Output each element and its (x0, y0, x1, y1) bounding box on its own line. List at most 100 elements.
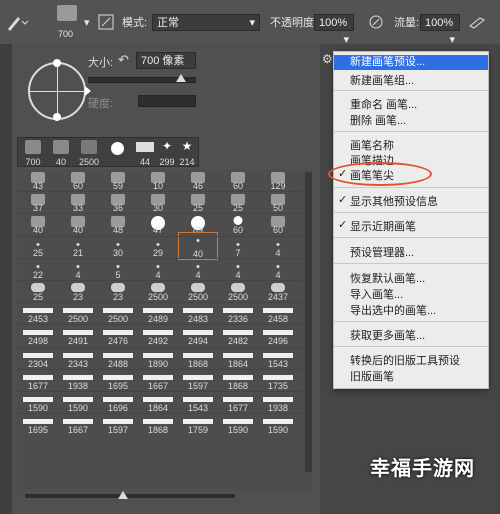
brush-tip-cell[interactable]: 1864 (139, 392, 177, 413)
brush-tip-cell[interactable]: 50 (259, 192, 297, 213)
brush-tip-cell[interactable]: 1759 (179, 414, 217, 435)
brush-tip-cell[interactable]: 60 (259, 214, 297, 235)
brush-tip-cell[interactable]: 4 (59, 259, 97, 280)
brush-tip-cell[interactable]: 1864 (219, 348, 257, 369)
brush-tip-cell[interactable]: 37 (19, 192, 57, 213)
brush-tip-cell[interactable]: 1677 (219, 392, 257, 413)
size-input[interactable]: 700 像素 (136, 52, 196, 69)
roundness-handle[interactable] (53, 113, 61, 121)
brush-tip-cell[interactable]: 1868 (219, 370, 257, 391)
brush-tip-cell[interactable]: 2500 (59, 303, 97, 324)
brush-tip-cell[interactable]: 1597 (99, 414, 137, 435)
menu-item-preset-manager[interactable]: 预设管理器... (350, 244, 414, 260)
brush-tip-cell[interactable]: 2437 (259, 281, 297, 302)
brush-tip-cell[interactable]: 36 (99, 192, 137, 213)
mode-select[interactable]: 正常 ▾ (152, 0, 260, 44)
brush-tip-cell[interactable]: 2458 (259, 303, 297, 324)
hardness-slider[interactable] (138, 95, 196, 107)
brush-tip-cell[interactable]: 2492 (139, 325, 177, 346)
brush-tip-cell[interactable]: 1590 (259, 414, 297, 435)
menu-item-get-more-brushes[interactable]: 获取更多画笔... (350, 327, 425, 343)
brush-tip-cell[interactable]: 2494 (179, 325, 217, 346)
brush-tip-cell[interactable]: 129 (259, 170, 297, 191)
brush-tip-cell[interactable]: 1590 (59, 392, 97, 413)
brush-tip-cell[interactable]: 1677 (19, 370, 57, 391)
brush-tip-cell[interactable]: 1696 (99, 392, 137, 413)
thumbnail-size-knob[interactable] (118, 491, 128, 499)
menu-item-delete-brush[interactable]: 删除 画笔... (350, 112, 406, 128)
brush-tip-cell[interactable]: 1597 (179, 370, 217, 391)
brush-tip-cell[interactable]: 1868 (179, 348, 217, 369)
roundness-handle[interactable] (53, 59, 61, 67)
brush-tip-cell[interactable]: 4 (219, 259, 257, 280)
brush-tip-cell[interactable]: 2496 (259, 325, 297, 346)
menu-item-restore-default-brushes[interactable]: 恢复默认画笔... (350, 270, 425, 286)
menu-item-export-selected-brushes[interactable]: 导出选中的画笔... (350, 302, 436, 318)
brush-tip-cell[interactable]: 59 (99, 170, 137, 191)
menu-item-show-additional-preset-info[interactable]: 显示其他预设信息 (350, 193, 438, 209)
brush-tip-cell[interactable]: 25 (219, 192, 257, 213)
brush-tip-cell[interactable]: 1695 (99, 370, 137, 391)
brush-tip-cell[interactable]: 60 (219, 214, 257, 235)
brush-tip-cell[interactable]: 33 (59, 192, 97, 213)
recent-brush[interactable]: 40 (48, 140, 74, 167)
thumbnail-size-slider[interactable] (25, 494, 235, 498)
brush-tip-cell[interactable]: 2500 (139, 281, 177, 302)
brush-tip-cell[interactable]: 2489 (139, 303, 177, 324)
brush-tip-cell[interactable]: 1543 (259, 348, 297, 369)
brush-tip-cell[interactable]: 4 (139, 259, 177, 280)
brush-tip-cell[interactable]: 30 (99, 237, 137, 258)
recent-brush[interactable]: 2500 (76, 140, 102, 167)
brush-tip-cell[interactable]: 2483 (179, 303, 217, 324)
menu-item-new-brush-group[interactable]: 新建画笔组... (350, 72, 414, 88)
brush-tip-cell[interactable]: 25 (179, 192, 217, 213)
brush-tip-cell[interactable]: 2488 (99, 348, 137, 369)
grid-scrollbar[interactable] (305, 172, 312, 472)
brush-tip-cell[interactable]: 30 (139, 192, 177, 213)
brush-tip-cell[interactable]: 2482 (219, 325, 257, 346)
brush-angle-roundness-widget[interactable] (28, 59, 91, 121)
brush-tip-cell[interactable]: 2500 (219, 281, 257, 302)
size-slider-knob[interactable] (176, 74, 186, 82)
brush-tip-cell[interactable]: 60 (219, 170, 257, 191)
brush-tip-cell[interactable]: 47 (139, 214, 177, 235)
brush-tip-cell[interactable]: 40 (59, 214, 97, 235)
brush-tip-cell[interactable]: 46 (179, 170, 217, 191)
brush-tip-cell[interactable]: 2343 (59, 348, 97, 369)
brush-tip-cell[interactable]: 23 (99, 281, 137, 302)
brush-tip-cell[interactable]: 1695 (19, 414, 57, 435)
brush-tip-cell[interactable]: 1938 (259, 392, 297, 413)
brush-tip-cell[interactable]: 4 (259, 237, 297, 258)
brush-tip-cell[interactable]: 1667 (59, 414, 97, 435)
menu-item-show-recent-brushes[interactable]: 显示近期画笔 (350, 218, 416, 234)
brush-tip-cell[interactable]: 7 (219, 237, 257, 258)
gear-icon[interactable]: ⚙ (322, 52, 333, 66)
brush-tip-cell[interactable]: 2304 (19, 348, 57, 369)
brush-tip-cell[interactable]: 10 (139, 170, 177, 191)
brush-tip-cell[interactable]: 1667 (139, 370, 177, 391)
brush-tip-cell[interactable]: 2476 (99, 325, 137, 346)
airbrush-icon[interactable] (468, 0, 486, 44)
brush-tip-cell[interactable]: 48 (99, 214, 137, 235)
brush-tip-cell[interactable]: 1590 (19, 392, 57, 413)
reset-size-icon[interactable]: ↶ (118, 52, 129, 68)
flow-field[interactable]: 100% ▾ (420, 0, 460, 46)
brush-tip-cell[interactable]: 22 (19, 259, 57, 280)
brush-tip-cell[interactable]: 4 (179, 259, 217, 280)
recent-brush[interactable]: 700 (20, 140, 46, 167)
brush-preset-picker[interactable]: 700 (54, 0, 80, 44)
brush-tip-cell[interactable]: 1938 (59, 370, 97, 391)
menu-item-rename-brush[interactable]: 重命名 画笔... (350, 96, 417, 112)
brush-tip-cell[interactable]: 1543 (179, 392, 217, 413)
brush-tool-icon[interactable] (4, 0, 30, 44)
brush-tip-cell[interactable]: 43 (19, 170, 57, 191)
brush-tip-cell[interactable]: 1735 (259, 370, 297, 391)
brush-tip-cell[interactable]: 4 (259, 259, 297, 280)
brush-tip-cell[interactable]: 23 (59, 281, 97, 302)
brush-tip-cell[interactable]: 1868 (139, 414, 177, 435)
recent-brush[interactable] (104, 140, 130, 166)
chevron-down-icon[interactable]: ▾ (84, 0, 90, 44)
menu-item-brush-name[interactable]: 画笔名称 (350, 137, 394, 153)
brush-tip-cell[interactable]: 2336 (219, 303, 257, 324)
brush-tip-cell[interactable]: 60 (59, 170, 97, 191)
